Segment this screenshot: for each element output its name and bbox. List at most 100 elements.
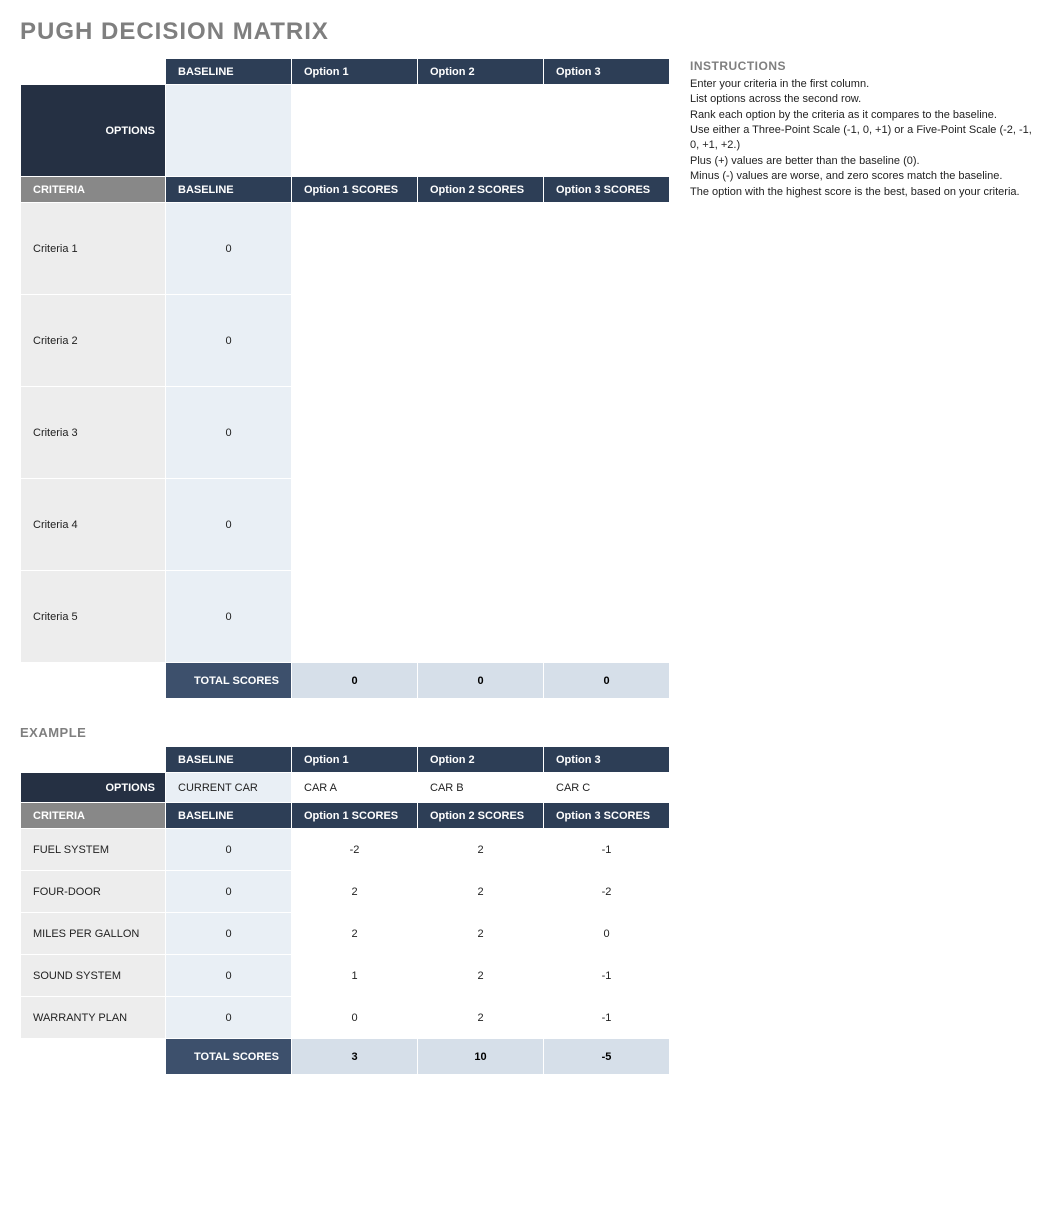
col-header-option1: Option 1	[292, 747, 418, 773]
score-header-baseline: BASELINE	[166, 177, 292, 203]
score-cell: 2	[418, 829, 544, 871]
score-cell[interactable]	[292, 295, 418, 387]
score-cell: 0	[544, 913, 670, 955]
score-header-opt2: Option 2 SCORES	[418, 803, 544, 829]
options-baseline-cell[interactable]	[166, 85, 292, 177]
score-cell: -1	[544, 997, 670, 1039]
score-cell[interactable]	[292, 387, 418, 479]
baseline-value[interactable]: 0	[166, 387, 292, 479]
baseline-value: 0	[166, 871, 292, 913]
score-header-opt3: Option 3 SCORES	[544, 177, 670, 203]
score-cell[interactable]	[292, 203, 418, 295]
options-baseline-cell: CURRENT CAR	[166, 773, 292, 803]
instructions-line: Minus (-) values are worse, and zero sco…	[690, 169, 1035, 184]
total-opt2: 10	[418, 1039, 544, 1075]
baseline-value[interactable]: 0	[166, 295, 292, 387]
col-header-option2: Option 2	[418, 59, 544, 85]
score-cell: 1	[292, 955, 418, 997]
options-row-label: OPTIONS	[21, 85, 166, 177]
baseline-value: 0	[166, 913, 292, 955]
score-header-opt1: Option 1 SCORES	[292, 803, 418, 829]
score-cell: 2	[418, 913, 544, 955]
baseline-value[interactable]: 0	[166, 571, 292, 663]
baseline-value: 0	[166, 829, 292, 871]
criteria-name[interactable]: Criteria 2	[21, 295, 166, 387]
total-label: TOTAL SCORES	[166, 1039, 292, 1075]
col-header-baseline: BASELINE	[166, 747, 292, 773]
options-opt1-cell: CAR A	[292, 773, 418, 803]
score-header-opt2: Option 2 SCORES	[418, 177, 544, 203]
baseline-value: 0	[166, 955, 292, 997]
page-title: PUGH DECISION MATRIX	[20, 18, 1035, 46]
score-header-opt1: Option 1 SCORES	[292, 177, 418, 203]
score-cell: 2	[418, 955, 544, 997]
score-cell[interactable]	[418, 295, 544, 387]
main-matrix: BASELINE Option 1 Option 2 Option 3 OPTI…	[20, 58, 670, 699]
total-opt3: -5	[544, 1039, 670, 1075]
criteria-name: MILES PER GALLON	[21, 913, 166, 955]
col-header-option3: Option 3	[544, 59, 670, 85]
score-cell[interactable]	[292, 479, 418, 571]
score-cell[interactable]	[292, 571, 418, 663]
col-header-option1: Option 1	[292, 59, 418, 85]
score-cell: 0	[292, 997, 418, 1039]
options-opt3-cell[interactable]	[544, 85, 670, 177]
total-opt1: 3	[292, 1039, 418, 1075]
instructions-panel: INSTRUCTIONS Enter your criteria in the …	[690, 58, 1035, 200]
score-cell[interactable]	[418, 387, 544, 479]
options-opt2-cell[interactable]	[418, 85, 544, 177]
col-header-baseline: BASELINE	[166, 59, 292, 85]
blank-corner	[21, 59, 166, 85]
score-cell[interactable]	[418, 203, 544, 295]
col-header-option3: Option 3	[544, 747, 670, 773]
blank-corner	[21, 1039, 166, 1075]
total-opt2: 0	[418, 663, 544, 699]
criteria-name[interactable]: Criteria 3	[21, 387, 166, 479]
score-cell: -1	[544, 829, 670, 871]
instructions-line: Enter your criteria in the first column.	[690, 77, 1035, 92]
options-opt3-cell: CAR C	[544, 773, 670, 803]
col-header-option2: Option 2	[418, 747, 544, 773]
score-cell[interactable]	[544, 387, 670, 479]
total-opt3: 0	[544, 663, 670, 699]
instructions-line: Plus (+) values are better than the base…	[690, 154, 1035, 169]
criteria-name[interactable]: Criteria 1	[21, 203, 166, 295]
baseline-value: 0	[166, 997, 292, 1039]
score-cell[interactable]	[418, 571, 544, 663]
instructions-line: The option with the highest score is the…	[690, 185, 1035, 200]
score-cell[interactable]	[418, 479, 544, 571]
score-cell[interactable]	[544, 571, 670, 663]
score-cell: 2	[418, 997, 544, 1039]
total-opt1: 0	[292, 663, 418, 699]
criteria-name[interactable]: Criteria 4	[21, 479, 166, 571]
example-matrix: BASELINE Option 1 Option 2 Option 3 OPTI…	[20, 746, 670, 1075]
options-opt2-cell: CAR B	[418, 773, 544, 803]
blank-corner	[21, 663, 166, 699]
criteria-name: WARRANTY PLAN	[21, 997, 166, 1039]
score-header-opt3: Option 3 SCORES	[544, 803, 670, 829]
score-cell: -2	[292, 829, 418, 871]
criteria-name: SOUND SYSTEM	[21, 955, 166, 997]
example-heading: EXAMPLE	[20, 725, 670, 740]
instructions-line: List options across the second row.	[690, 92, 1035, 107]
blank-corner	[21, 747, 166, 773]
score-cell[interactable]	[544, 295, 670, 387]
score-cell: 2	[418, 871, 544, 913]
instructions-heading: INSTRUCTIONS	[690, 58, 1035, 75]
options-row-label: OPTIONS	[21, 773, 166, 803]
baseline-value[interactable]: 0	[166, 203, 292, 295]
criteria-name[interactable]: Criteria 5	[21, 571, 166, 663]
score-cell: 2	[292, 913, 418, 955]
instructions-line: Use either a Three-Point Scale (-1, 0, +…	[690, 123, 1035, 154]
total-label: TOTAL SCORES	[166, 663, 292, 699]
baseline-value[interactable]: 0	[166, 479, 292, 571]
criteria-col-header: CRITERIA	[21, 803, 166, 829]
options-opt1-cell[interactable]	[292, 85, 418, 177]
criteria-col-header: CRITERIA	[21, 177, 166, 203]
score-header-baseline: BASELINE	[166, 803, 292, 829]
score-cell[interactable]	[544, 203, 670, 295]
score-cell: 2	[292, 871, 418, 913]
criteria-name: FOUR-DOOR	[21, 871, 166, 913]
score-cell[interactable]	[544, 479, 670, 571]
score-cell: -2	[544, 871, 670, 913]
